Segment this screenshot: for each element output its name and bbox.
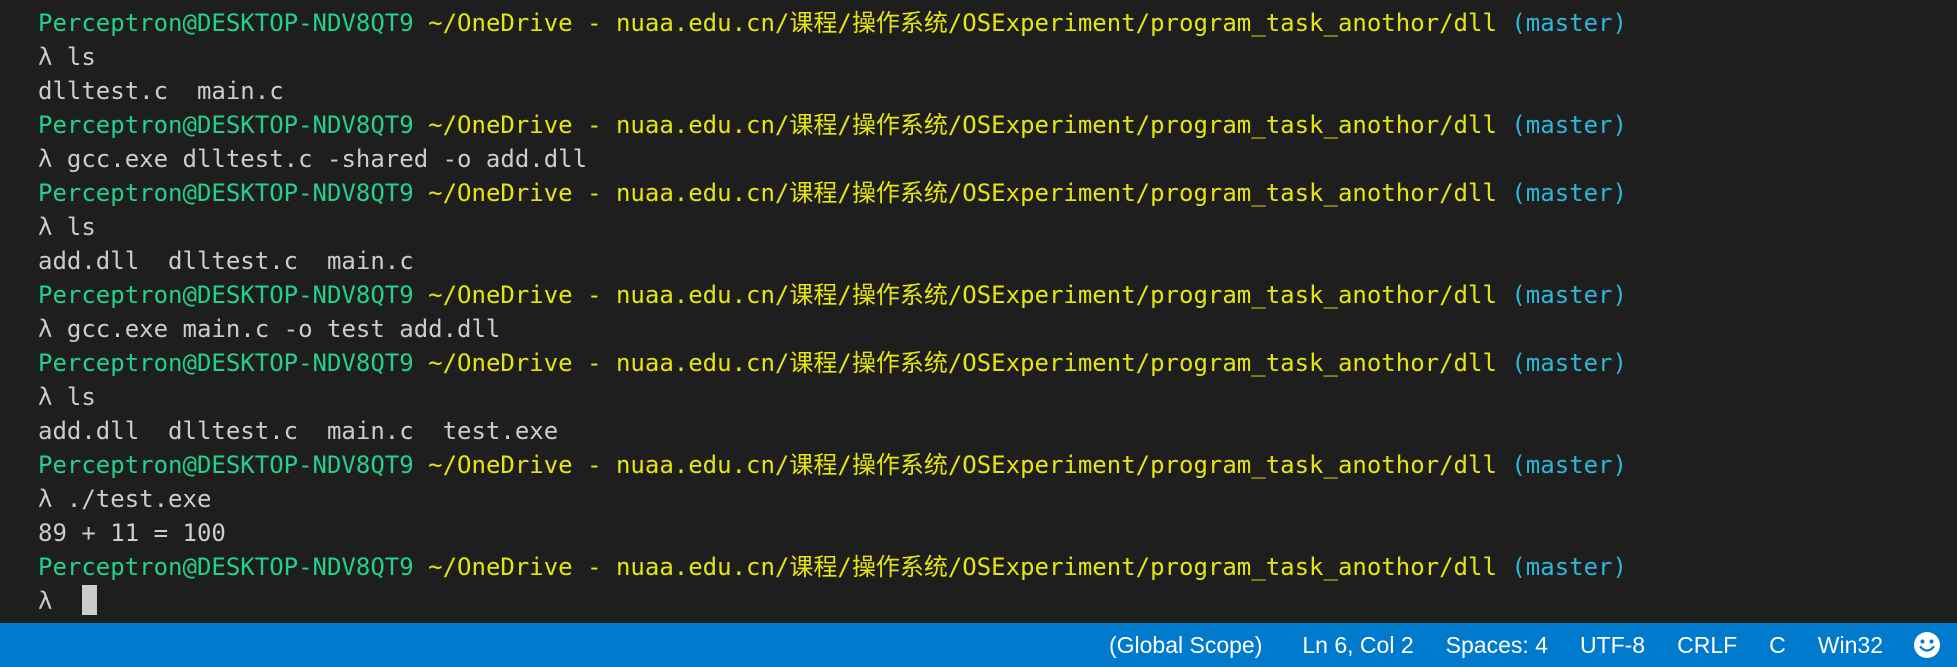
prompt-path: ~/OneDrive - nuaa.edu.cn/课程/操作系统/OSExper…	[428, 349, 1497, 377]
command-text: gcc.exe dlltest.c -shared -o add.dll	[66, 145, 588, 173]
status-bar-right: (Global Scope) Ln 6, Col 2 Spaces: 4 UTF…	[1093, 623, 1957, 667]
line-ending-setting[interactable]: CRLF	[1661, 623, 1753, 667]
prompt-path: ~/OneDrive - nuaa.edu.cn/课程/操作系统/OSExper…	[428, 179, 1497, 207]
encoding-setting[interactable]: UTF-8	[1564, 623, 1661, 667]
current-command-line[interactable]: λ	[38, 584, 1957, 618]
prompt-branch: (master)	[1511, 451, 1627, 479]
prompt-path: ~/OneDrive - nuaa.edu.cn/课程/操作系统/OSExper…	[428, 9, 1497, 37]
indentation-setting[interactable]: Spaces: 4	[1430, 623, 1564, 667]
prompt-path: ~/OneDrive - nuaa.edu.cn/课程/操作系统/OSExper…	[428, 111, 1497, 139]
output-line: 89 + 11 = 100	[38, 519, 226, 547]
prompt-branch: (master)	[1511, 281, 1627, 309]
prompt-line: Perceptron@DESKTOP-NDV8QT9 ~/OneDrive - …	[38, 176, 1957, 210]
prompt-branch: (master)	[1511, 553, 1627, 581]
output-line: add.dll dlltest.c main.c	[38, 247, 414, 275]
command-line: λ ls	[38, 210, 1957, 244]
prompt-line: Perceptron@DESKTOP-NDV8QT9 ~/OneDrive - …	[38, 550, 1957, 584]
prompt-branch: (master)	[1511, 9, 1627, 37]
prompt-user: Perceptron@DESKTOP-NDV8QT9	[38, 111, 414, 139]
command-line: λ ./test.exe	[38, 482, 1957, 516]
prompt-symbol: λ	[38, 213, 53, 241]
prompt-symbol: λ	[38, 43, 53, 71]
prompt-user: Perceptron@DESKTOP-NDV8QT9	[38, 553, 414, 581]
prompt-line: Perceptron@DESKTOP-NDV8QT9 ~/OneDrive - …	[38, 448, 1957, 482]
language-mode[interactable]: C	[1753, 623, 1802, 667]
platform-configuration[interactable]: Win32	[1802, 623, 1899, 667]
prompt-user: Perceptron@DESKTOP-NDV8QT9	[38, 179, 414, 207]
terminal-cursor	[82, 585, 98, 615]
prompt-user: Perceptron@DESKTOP-NDV8QT9	[38, 281, 414, 309]
command-line: λ gcc.exe dlltest.c -shared -o add.dll	[38, 142, 1957, 176]
command-line: λ ls	[38, 380, 1957, 414]
prompt-line: Perceptron@DESKTOP-NDV8QT9 ~/OneDrive - …	[38, 346, 1957, 380]
prompt-user: Perceptron@DESKTOP-NDV8QT9	[38, 9, 414, 37]
command-text: ls	[66, 43, 96, 71]
terminal-panel[interactable]: Perceptron@DESKTOP-NDV8QT9 ~/OneDrive - …	[0, 0, 1957, 623]
prompt-branch: (master)	[1511, 349, 1627, 377]
prompt-symbol: λ	[38, 485, 53, 513]
prompt-symbol: λ	[38, 145, 53, 173]
terminal-output: Perceptron@DESKTOP-NDV8QT9 ~/OneDrive - …	[38, 6, 1957, 618]
smiley-feedback-icon[interactable]	[1905, 623, 1949, 667]
command-text: ls	[66, 213, 96, 241]
command-text: gcc.exe main.c -o test add.dll	[66, 315, 501, 343]
cursor-position[interactable]: Ln 6, Col 2	[1286, 623, 1429, 667]
prompt-user: Perceptron@DESKTOP-NDV8QT9	[38, 451, 414, 479]
prompt-symbol: λ	[38, 383, 53, 411]
prompt-branch: (master)	[1511, 111, 1627, 139]
scope-indicator[interactable]: (Global Scope)	[1093, 623, 1286, 667]
prompt-path: ~/OneDrive - nuaa.edu.cn/课程/操作系统/OSExper…	[428, 281, 1497, 309]
prompt-branch: (master)	[1511, 179, 1627, 207]
prompt-line: Perceptron@DESKTOP-NDV8QT9 ~/OneDrive - …	[38, 108, 1957, 142]
smiley-face-icon	[1914, 632, 1940, 658]
command-text: ./test.exe	[66, 485, 212, 513]
prompt-path: ~/OneDrive - nuaa.edu.cn/课程/操作系统/OSExper…	[428, 553, 1497, 581]
prompt-symbol: λ	[38, 587, 53, 615]
output-line: add.dll dlltest.c main.c test.exe	[38, 417, 559, 445]
command-text: ls	[66, 383, 96, 411]
prompt-path: ~/OneDrive - nuaa.edu.cn/课程/操作系统/OSExper…	[428, 451, 1497, 479]
output-line: dlltest.c main.c	[38, 77, 284, 105]
prompt-symbol: λ	[38, 315, 53, 343]
command-line: λ ls	[38, 40, 1957, 74]
command-line: λ gcc.exe main.c -o test add.dll	[38, 312, 1957, 346]
status-bar: (Global Scope) Ln 6, Col 2 Spaces: 4 UTF…	[0, 623, 1957, 667]
prompt-user: Perceptron@DESKTOP-NDV8QT9	[38, 349, 414, 377]
prompt-line: Perceptron@DESKTOP-NDV8QT9 ~/OneDrive - …	[38, 278, 1957, 312]
prompt-line: Perceptron@DESKTOP-NDV8QT9 ~/OneDrive - …	[38, 6, 1957, 40]
